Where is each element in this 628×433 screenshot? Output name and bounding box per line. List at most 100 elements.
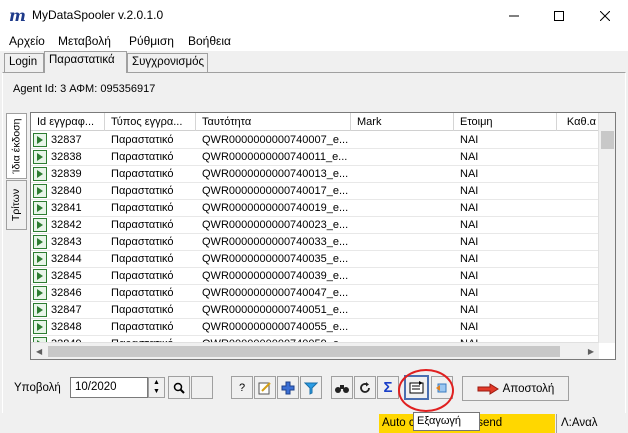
- help-button[interactable]: ?: [231, 376, 253, 399]
- cell-identity: QWR0000000000740047_e...: [202, 287, 349, 299]
- refresh-icon: [360, 381, 370, 393]
- tab-sync[interactable]: Συγχρονισμός: [127, 53, 208, 72]
- menu-edit[interactable]: Μεταβολή: [58, 34, 111, 48]
- menu-file[interactable]: Αρχείο: [9, 34, 45, 48]
- add-button[interactable]: [277, 376, 299, 399]
- table-row[interactable]: 32837 Παραστατικό QWR0000000000740007_e...…: [31, 132, 599, 149]
- cell-id: 32842: [51, 219, 82, 231]
- edit-button[interactable]: [254, 376, 276, 399]
- cell-ready: NAI: [460, 253, 479, 265]
- filter-icon: [304, 382, 318, 395]
- blank-button[interactable]: [191, 376, 213, 399]
- document-icon: [33, 320, 47, 334]
- table-row[interactable]: 32841 Παραστατικό QWR0000000000740019_e...…: [31, 200, 599, 217]
- cell-type: Παραστατικό: [111, 202, 174, 214]
- find-button[interactable]: [331, 376, 353, 399]
- cell-ready: NAI: [460, 168, 479, 180]
- table-row[interactable]: 32844 Παραστατικό QWR0000000000740035_e...…: [31, 251, 599, 268]
- cell-type: Παραστατικό: [111, 270, 174, 282]
- table-row[interactable]: 32845 Παραστατικό QWR0000000000740039_e...…: [31, 268, 599, 285]
- main-tabs: Login Παραστατικά Συγχρονισμός: [0, 51, 628, 73]
- app-logo-icon: m: [9, 6, 26, 24]
- cell-type: Παραστατικό: [111, 287, 174, 299]
- side-tab-third-party[interactable]: Τρίτων: [6, 180, 27, 230]
- maximize-button[interactable]: [536, 0, 582, 31]
- cell-type: Παραστατικό: [111, 168, 174, 180]
- filter-button[interactable]: [300, 376, 322, 399]
- col-head-status[interactable]: Καθ.α: [557, 113, 599, 131]
- col-head-identity[interactable]: Ταυτότητα: [196, 113, 351, 131]
- side-tab-own-label: Ίδια έκδοση: [10, 118, 23, 174]
- cell-ready: NAI: [460, 202, 479, 214]
- cell-id: 32844: [51, 253, 82, 265]
- tab-login[interactable]: Login: [4, 53, 44, 72]
- table-row[interactable]: 32840 Παραστατικό QWR0000000000740017_e...…: [31, 183, 599, 200]
- cell-ready: NAI: [460, 270, 479, 282]
- document-icon: [33, 252, 47, 266]
- cell-ready: NAI: [460, 321, 479, 333]
- document-icon: [33, 269, 47, 283]
- horizontal-scroll-thumb[interactable]: [48, 346, 560, 357]
- table-row[interactable]: 32848 Παραστατικό QWR0000000000740055_e...…: [31, 319, 599, 336]
- sum-button[interactable]: Σ: [377, 376, 399, 399]
- add-icon: [281, 381, 295, 394]
- cell-ready: NAI: [460, 236, 479, 248]
- submit-period-label: Υποβολή: [14, 382, 61, 394]
- table-row[interactable]: 32846 Παραστατικό QWR0000000000740047_e...…: [31, 285, 599, 302]
- cell-id: 32846: [51, 287, 82, 299]
- cell-identity: QWR0000000000740013_e...: [202, 168, 349, 180]
- col-head-id[interactable]: Id εγγραφ...: [31, 113, 105, 131]
- cell-identity: QWR0000000000740023_e...: [202, 219, 349, 231]
- cell-id: 32847: [51, 304, 82, 316]
- grid-header: Id εγγραφ... Τύπος εγγρα... Ταυτότητα Ma…: [31, 113, 599, 131]
- export-tooltip: Εξαγωγή: [413, 412, 480, 431]
- table-row[interactable]: 32847 Παραστατικό QWR0000000000740051_e...…: [31, 302, 599, 319]
- svg-text:m: m: [9, 6, 26, 24]
- spin-up-icon[interactable]: ▲: [149, 378, 164, 387]
- cell-type: Παραστατικό: [111, 185, 174, 197]
- horizontal-scrollbar[interactable]: ◀ ▶: [31, 342, 599, 359]
- vertical-scroll-thumb[interactable]: [601, 131, 614, 149]
- minimize-button[interactable]: [491, 0, 537, 31]
- table-row[interactable]: 32838 Παραστατικό QWR0000000000740011_e...…: [31, 149, 599, 166]
- search-icon: [173, 382, 185, 394]
- close-button[interactable]: [582, 0, 628, 31]
- cell-ready: NAI: [460, 134, 479, 146]
- scroll-right-icon[interactable]: ▶: [588, 347, 594, 356]
- cell-id: 32839: [51, 168, 82, 180]
- close-icon: [600, 10, 610, 21]
- period-spinner[interactable]: ▲ ▼: [148, 377, 165, 398]
- period-input[interactable]: 10/2020: [70, 377, 148, 398]
- document-icon: [33, 218, 47, 232]
- side-tab-own[interactable]: Ίδια έκδοση: [6, 113, 27, 179]
- document-icon: [33, 150, 47, 164]
- send-button[interactable]: Αποστολή: [462, 376, 569, 401]
- menu-bar: Αρχείο Μεταβολή Ρύθμιση Βοήθεια: [0, 31, 628, 51]
- table-row[interactable]: 32843 Παραστατικό QWR0000000000740033_e...…: [31, 234, 599, 251]
- title-bar: m MyDataSpooler v.2.0.1.0: [0, 0, 628, 31]
- agent-info: Agent Id: 3 ΑΦΜ: 095356917: [13, 83, 156, 95]
- tab-documents[interactable]: Παραστατικά: [44, 51, 127, 73]
- cell-id: 32848: [51, 321, 82, 333]
- vertical-scrollbar[interactable]: [598, 113, 615, 343]
- cell-identity: QWR0000000000740051_e...: [202, 304, 349, 316]
- cell-type: Παραστατικό: [111, 236, 174, 248]
- menu-help[interactable]: Βοήθεια: [188, 34, 231, 48]
- col-head-type[interactable]: Τύπος εγγρα...: [105, 113, 196, 131]
- menu-settings[interactable]: Ρύθμιση: [129, 34, 174, 48]
- document-icon: [33, 303, 47, 317]
- edit-icon: [258, 381, 271, 394]
- grid-rows: 32837 Παραστατικό QWR0000000000740007_e...…: [31, 132, 599, 353]
- cell-identity: QWR0000000000740011_e...: [202, 151, 348, 163]
- send-arrow-icon: [477, 382, 499, 395]
- spin-down-icon[interactable]: ▼: [149, 387, 164, 396]
- col-head-mark[interactable]: Mark: [351, 113, 454, 131]
- scroll-left-icon[interactable]: ◀: [36, 347, 42, 356]
- document-icon: [33, 133, 47, 147]
- table-row[interactable]: 32842 Παραστατικό QWR0000000000740023_e...…: [31, 217, 599, 234]
- refresh-button[interactable]: [354, 376, 376, 399]
- cell-id: 32841: [51, 202, 82, 214]
- col-head-ready[interactable]: Ετοιμη: [454, 113, 557, 131]
- table-row[interactable]: 32839 Παραστατικό QWR0000000000740013_e...…: [31, 166, 599, 183]
- search-button[interactable]: [168, 376, 190, 399]
